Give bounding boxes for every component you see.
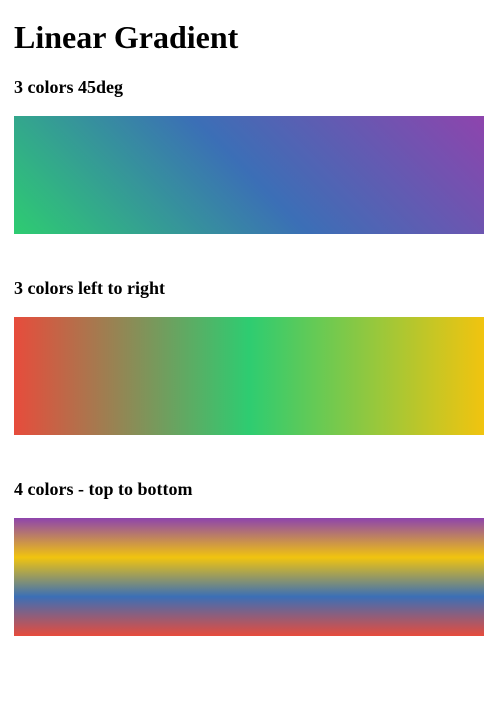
gradient-swatch bbox=[14, 116, 484, 234]
gradient-swatch bbox=[14, 317, 484, 435]
page-title: Linear Gradient bbox=[14, 20, 487, 55]
gradient-section: 4 colors - top to bottom bbox=[14, 479, 487, 636]
section-heading: 4 colors - top to bottom bbox=[14, 479, 487, 500]
gradient-section: 3 colors 45deg bbox=[14, 77, 487, 234]
section-heading: 3 colors 45deg bbox=[14, 77, 487, 98]
section-heading: 3 colors left to right bbox=[14, 278, 487, 299]
gradient-swatch bbox=[14, 518, 484, 636]
gradient-section: 3 colors left to right bbox=[14, 278, 487, 435]
